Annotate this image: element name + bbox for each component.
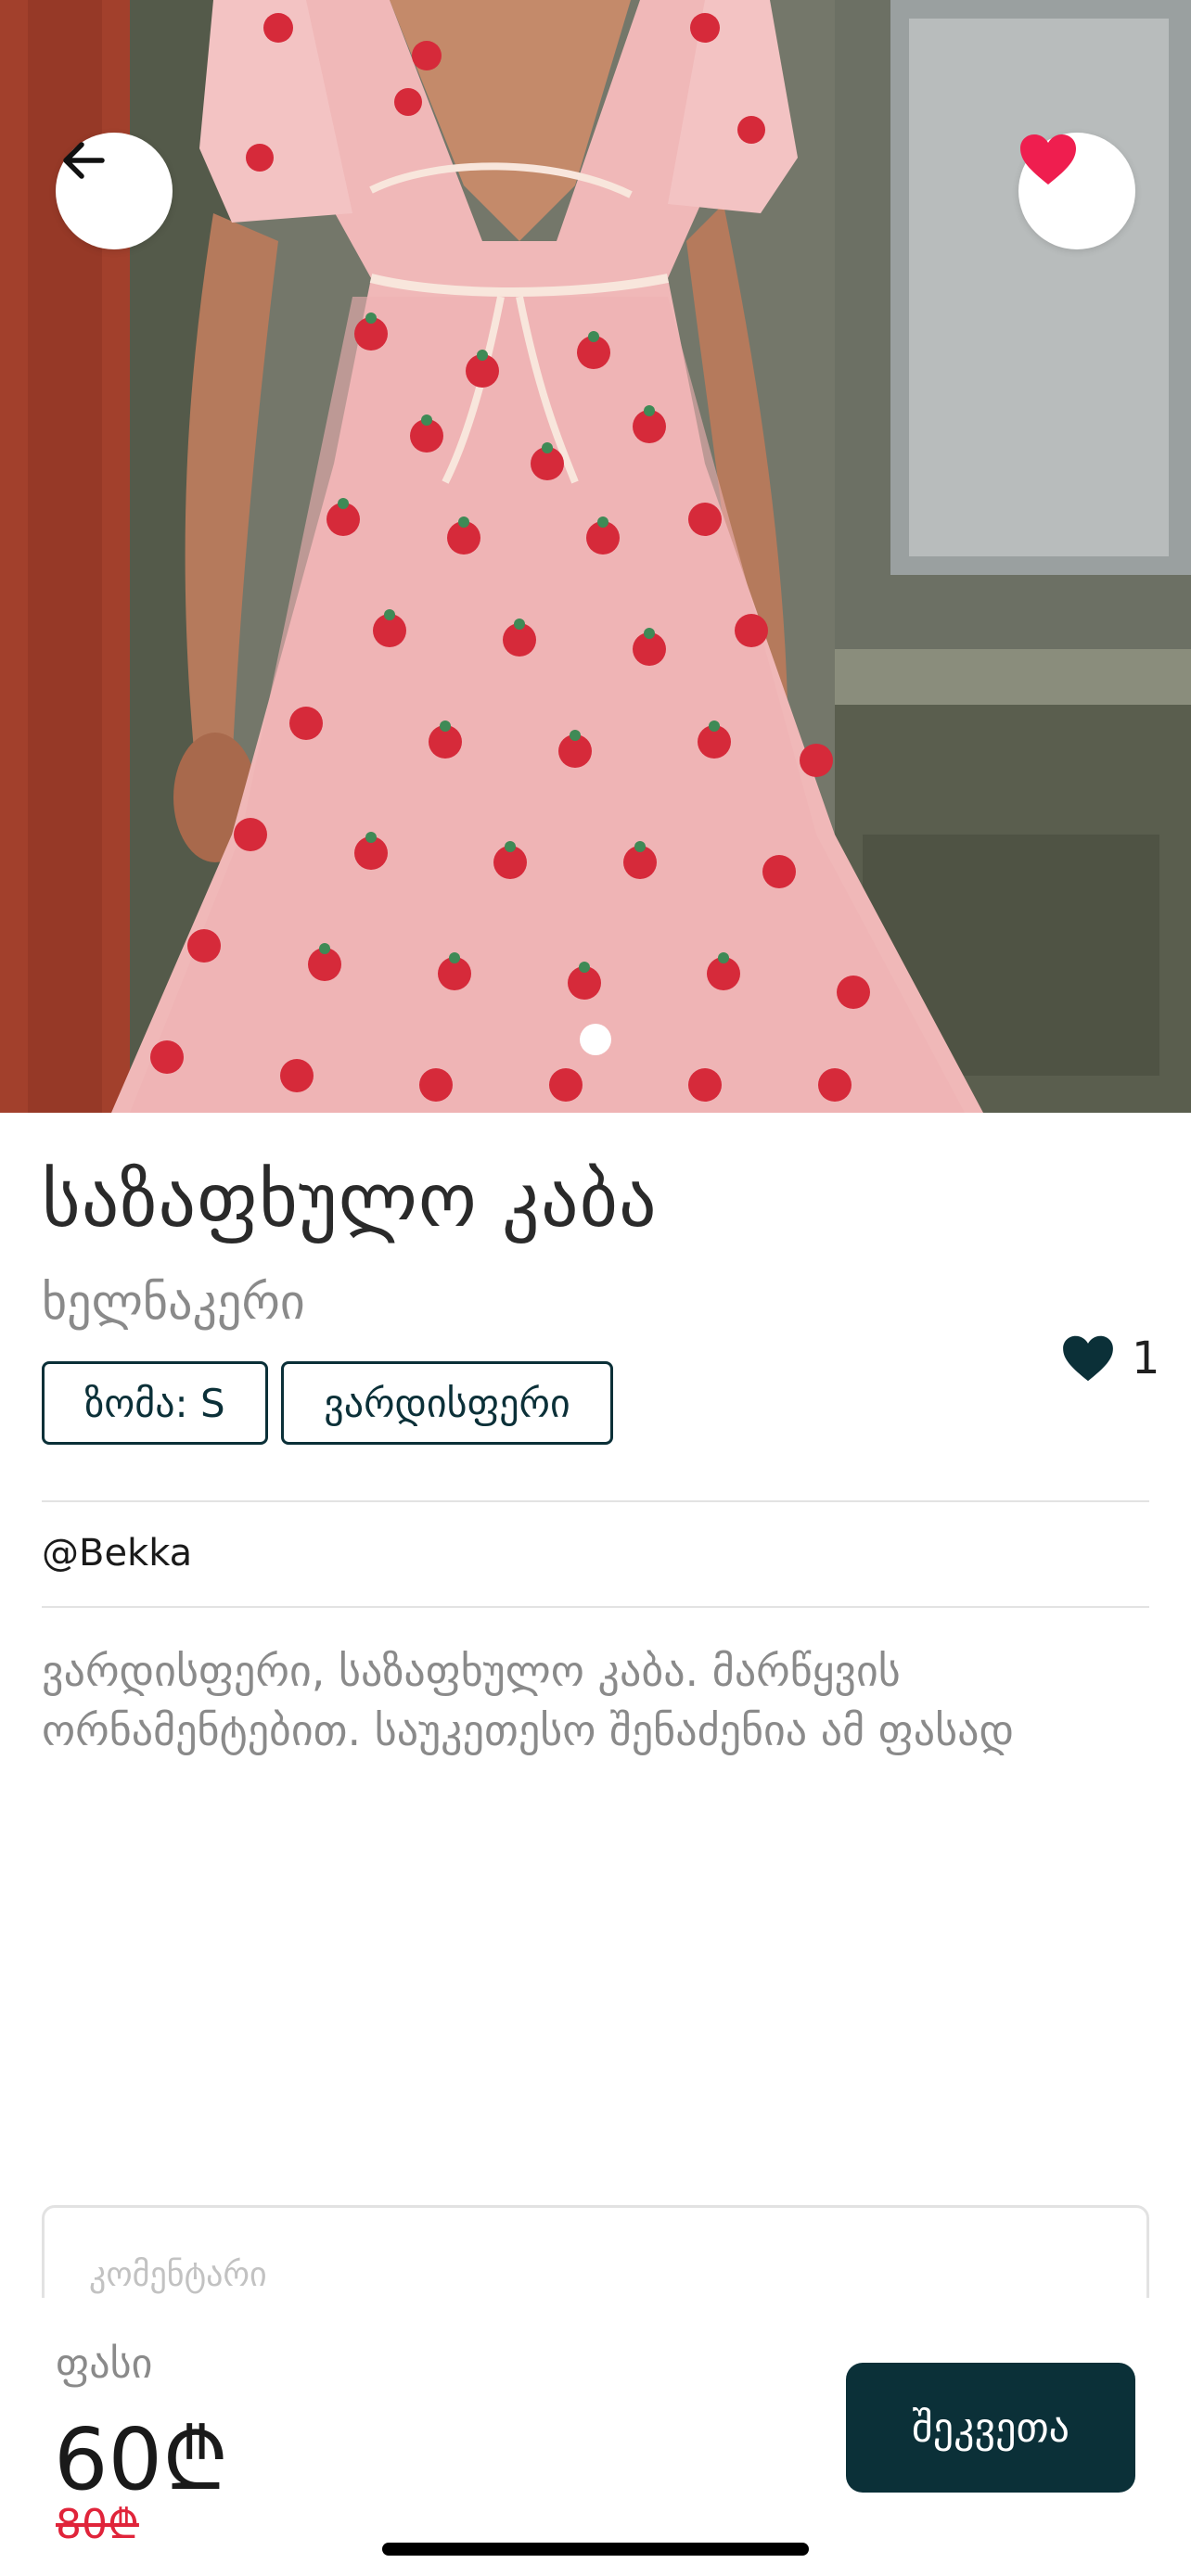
purchase-bar: ფასი 60₾ 80₾ შეკვეთა <box>0 2298 1191 2576</box>
heart-icon <box>1063 1335 1113 1382</box>
product-description: ვარდისფერი, საზაფხულო კაბა. მარწყვის ორნ… <box>42 1646 1015 1755</box>
seller-username[interactable]: @Bekka <box>42 1532 192 1575</box>
product-subtitle: ხელნაკერი <box>42 1275 305 1331</box>
back-button[interactable] <box>56 133 173 249</box>
order-button[interactable]: შეკვეთა <box>846 2363 1135 2493</box>
product-title: საზაფხულო კაბა <box>42 1157 658 1243</box>
favorite-button[interactable] <box>1018 133 1135 249</box>
product-image-gallery[interactable] <box>0 0 1191 1113</box>
price-label: ფასი <box>56 2340 153 2388</box>
divider <box>42 1500 1149 1502</box>
comment-placeholder: კომენტარი <box>89 2256 267 2294</box>
likes-counter[interactable]: 1 <box>1061 1326 1160 1391</box>
divider <box>42 1606 1149 1608</box>
likes-count: 1 <box>1132 1333 1160 1384</box>
arrow-left-icon <box>63 142 105 179</box>
product-detail-screen: საზაფხულო კაბა ხელნაკერი ზომა: S ვარდისფ… <box>0 0 1191 2576</box>
gallery-page-indicator[interactable] <box>580 1024 611 1055</box>
color-tag-label: ვარდისფერი <box>324 1380 570 1426</box>
color-tag: ვარდისფერი <box>281 1361 613 1445</box>
old-price: 80₾ <box>56 2501 139 2548</box>
size-tag-label: ზომა: S <box>84 1380 225 1426</box>
size-tag: ზომა: S <box>42 1361 268 1445</box>
product-photo <box>0 0 1191 1113</box>
home-indicator <box>382 2543 809 2556</box>
heart-filled-icon <box>1020 134 1076 185</box>
